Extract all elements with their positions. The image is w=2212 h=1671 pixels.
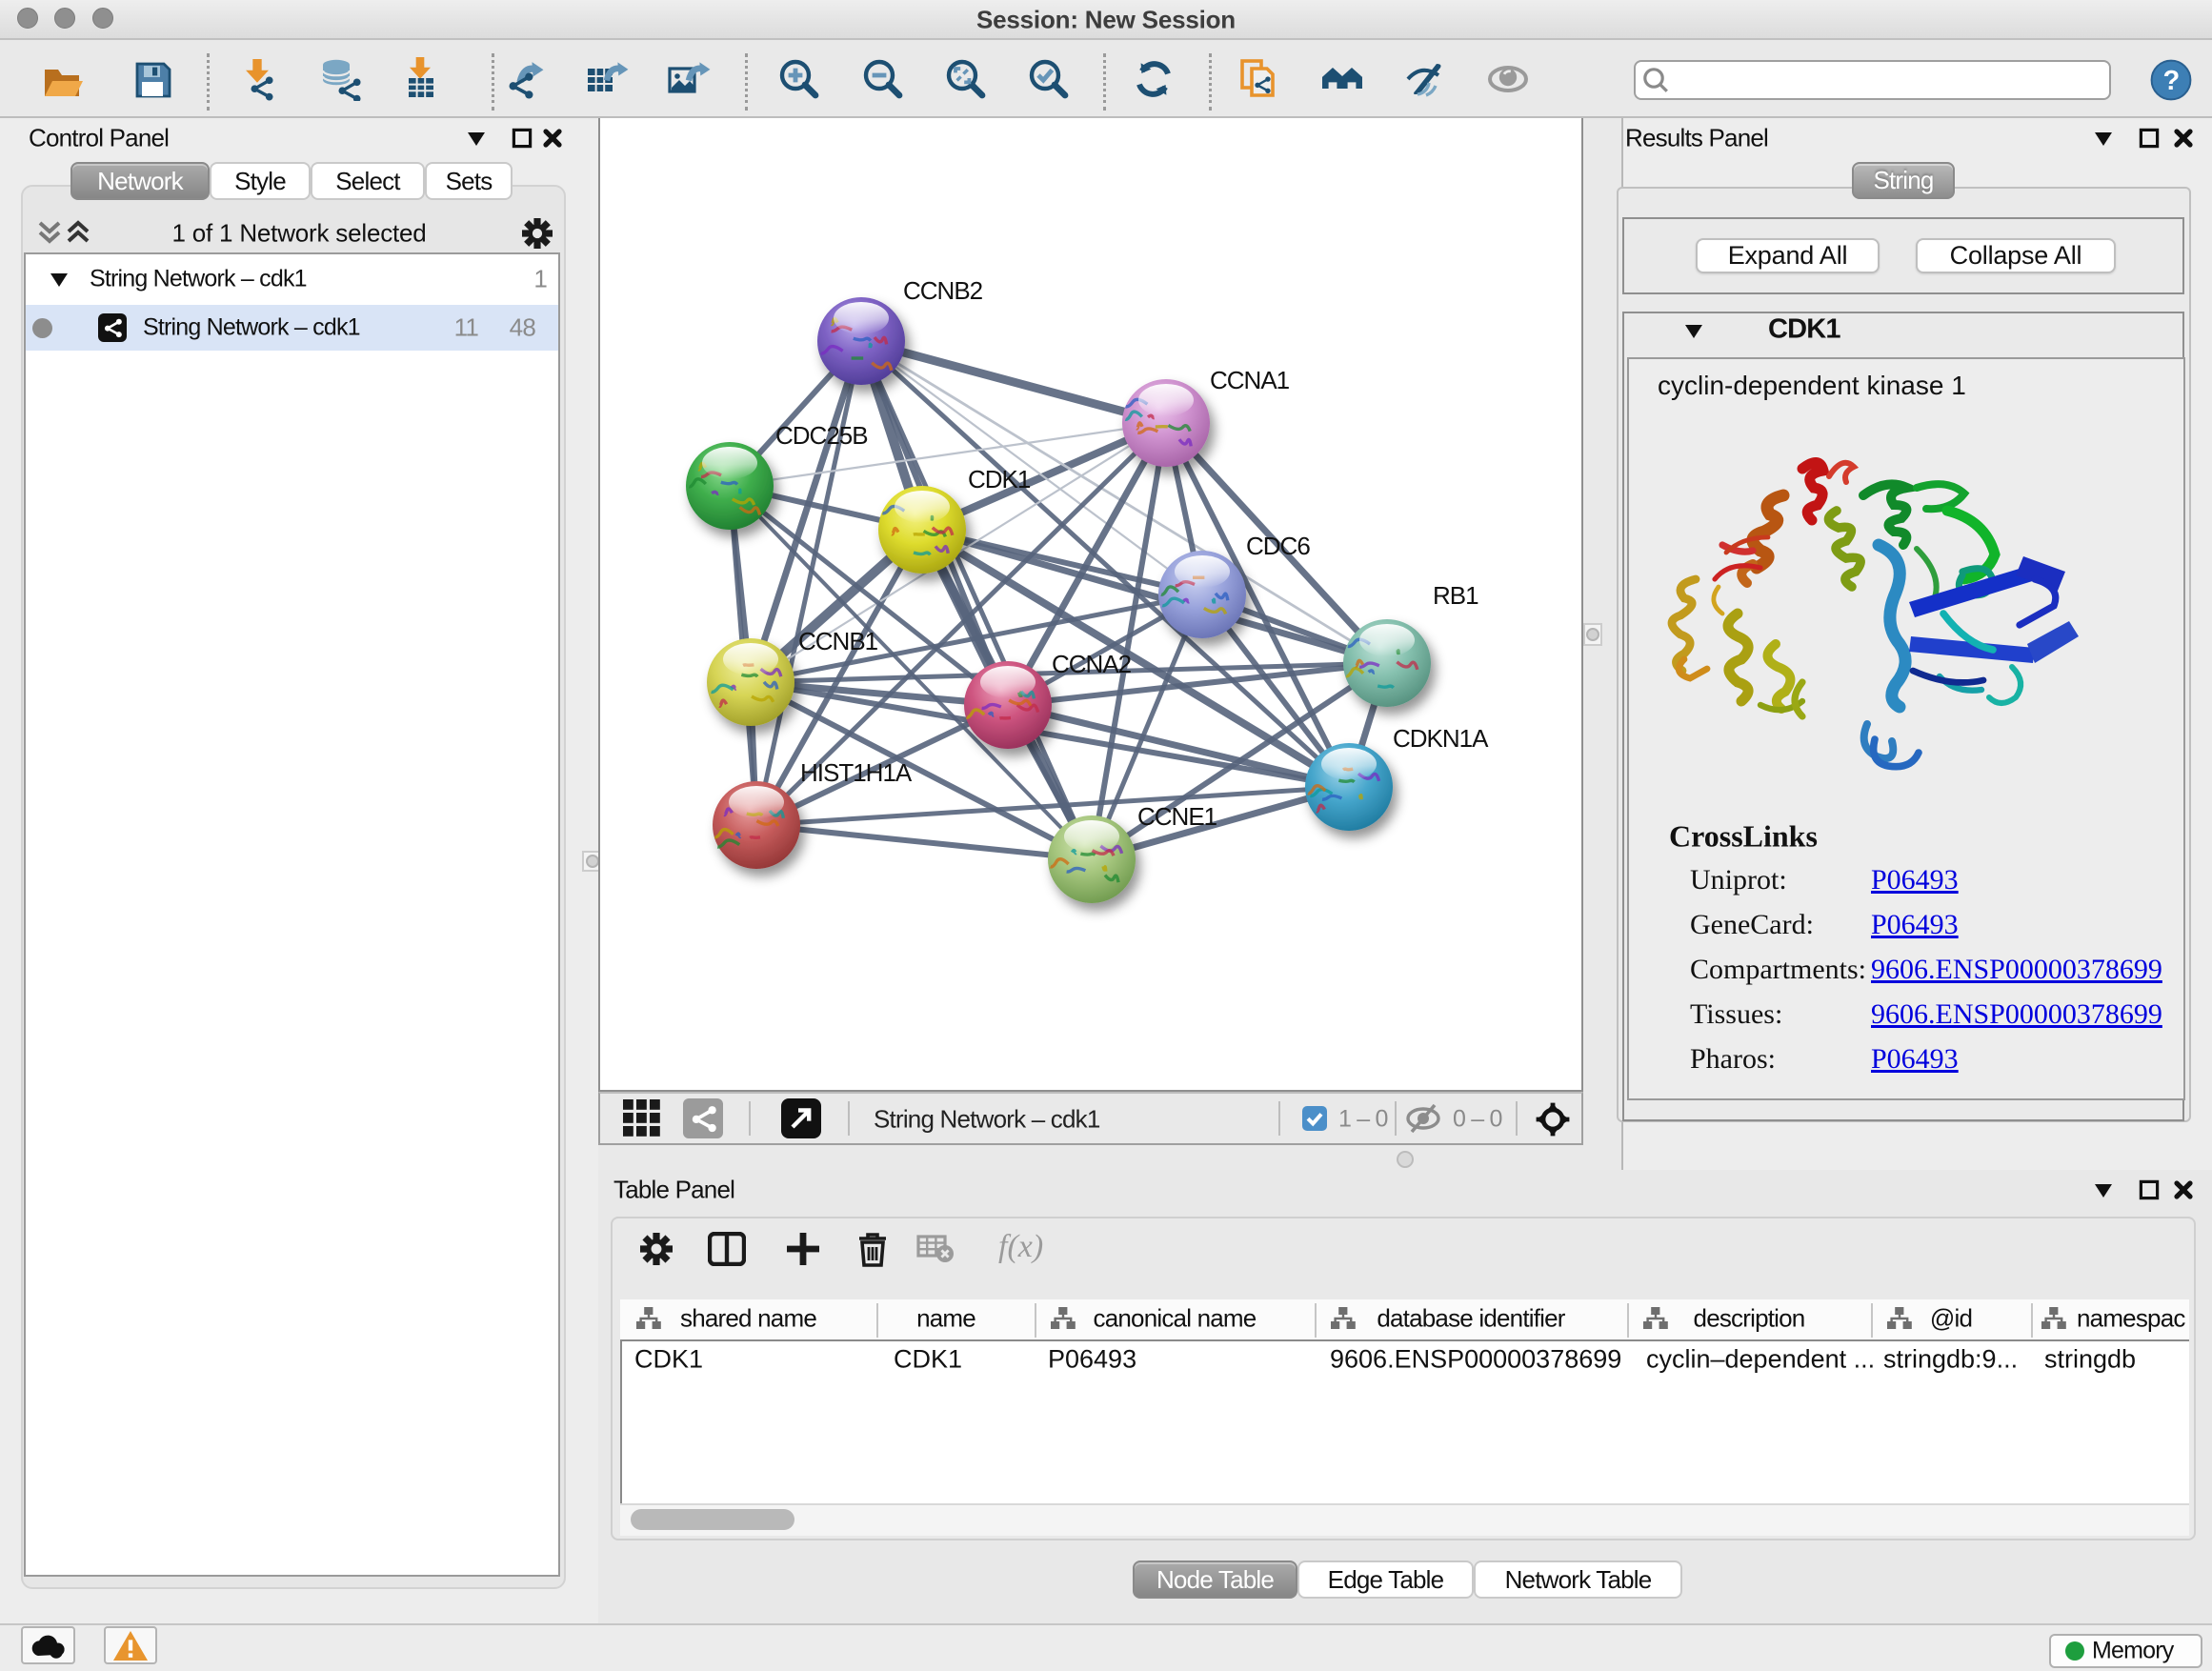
svg-text:RB1: RB1 (1433, 581, 1478, 610)
svg-text:CCNE1: CCNE1 (1137, 802, 1217, 831)
svg-text:CCNB2: CCNB2 (903, 276, 983, 305)
svg-text:CCNA2: CCNA2 (1052, 650, 1132, 678)
svg-text:?: ? (2163, 66, 2180, 96)
svg-text:HIST1H1A: HIST1H1A (800, 758, 913, 787)
svg-text:CCNA1: CCNA1 (1210, 366, 1290, 394)
svg-text:CDC6: CDC6 (1246, 532, 1310, 560)
svg-text:CDKN1A: CDKN1A (1393, 724, 1489, 753)
svg-text:CDC25B: CDC25B (775, 421, 868, 450)
svg-text:CDK1: CDK1 (968, 465, 1031, 493)
svg-text:CCNB1: CCNB1 (798, 627, 878, 655)
